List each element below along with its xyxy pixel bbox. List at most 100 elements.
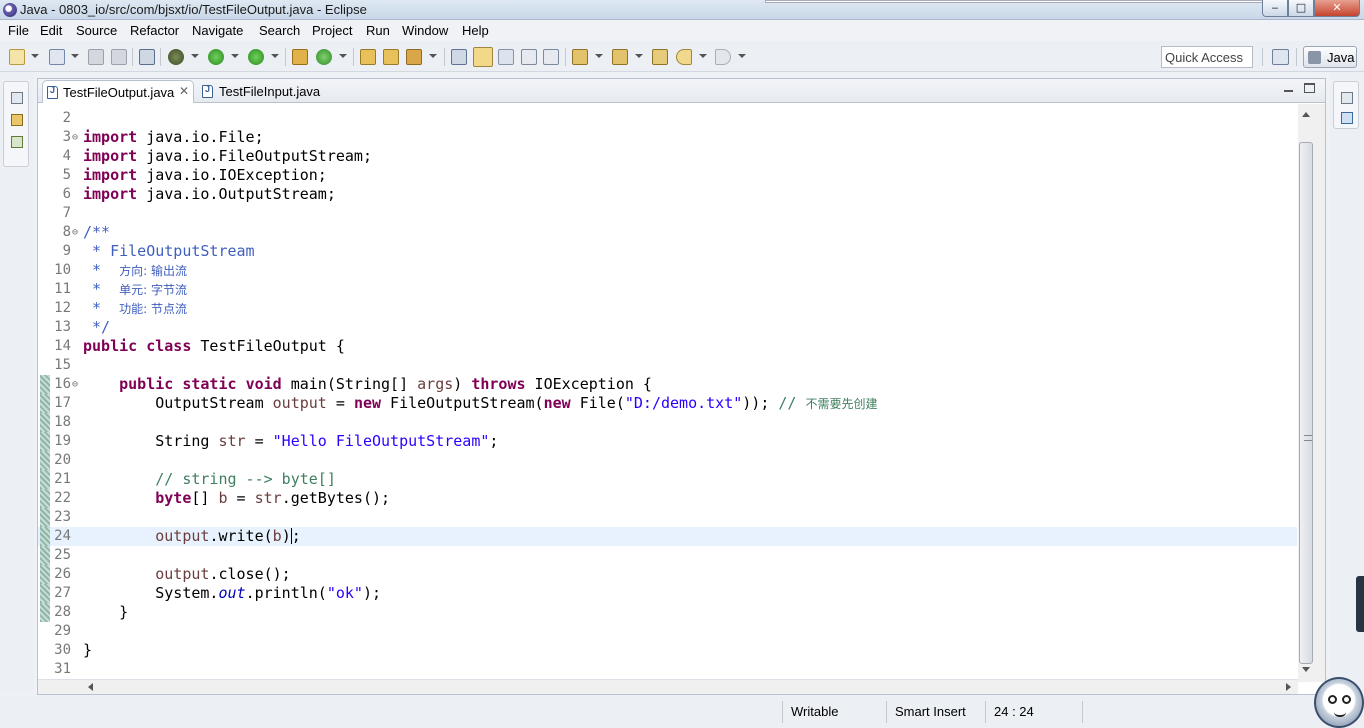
code-line[interactable]: 26 output.close(); — [38, 565, 1297, 584]
code-line[interactable]: 7 — [38, 204, 1297, 223]
minimize-editor-icon[interactable] — [1282, 82, 1296, 94]
scroll-down-icon[interactable] — [1302, 667, 1310, 672]
code-line[interactable]: 16 ⊖ public static void main(String[] arg… — [38, 375, 1297, 394]
menu-navigate[interactable]: Navigate — [192, 23, 243, 38]
code-line[interactable]: 22 byte[] b = str.getBytes(); — [38, 489, 1297, 508]
maximize-editor-icon[interactable] — [1304, 83, 1315, 93]
code-line[interactable]: 23 — [38, 508, 1297, 527]
code-line[interactable]: 27 System.out.println("ok"); — [38, 584, 1297, 603]
menu-edit[interactable]: Edit — [40, 23, 62, 38]
scroll-up-icon[interactable] — [1302, 112, 1310, 117]
code-line[interactable]: 24 output.write(b); — [38, 527, 1297, 546]
code-line[interactable]: 2 — [38, 109, 1297, 128]
fold-toggle-icon[interactable]: ⊖ — [72, 375, 78, 394]
scroll-left-icon[interactable] — [88, 683, 93, 691]
new-class-dropdown-icon[interactable] — [339, 54, 347, 58]
outline-icon[interactable] — [1341, 112, 1353, 124]
horizontal-scrollbar[interactable] — [38, 679, 1298, 694]
code-line[interactable]: 17 OutputStream output = new FileOutputS… — [38, 394, 1297, 413]
code-area[interactable]: 2 3 ⊖ import java.io.File; 4 import java.io.F… — [38, 104, 1297, 682]
fold-toggle-icon[interactable]: ⊖ — [72, 223, 78, 242]
open-perspective-icon[interactable] — [1272, 49, 1289, 65]
scroll-thumb[interactable] — [1299, 142, 1313, 664]
external-tools-dropdown-icon[interactable] — [271, 54, 279, 58]
code-line[interactable]: 10 * 方向: 输出流 — [38, 261, 1297, 280]
code-line[interactable]: 12 * 功能: 节点流 — [38, 299, 1297, 318]
debug-dropdown-icon[interactable] — [191, 54, 199, 58]
code-line[interactable]: 3 ⊖ import java.io.File; — [38, 128, 1297, 147]
search-dropdown-icon[interactable] — [429, 54, 437, 58]
code-line[interactable]: 29 — [38, 622, 1297, 641]
code-line[interactable]: 11 * 单元: 字节流 — [38, 280, 1297, 299]
menu-window[interactable]: Window — [402, 23, 448, 38]
toggle-mark-occurrences-icon[interactable] — [473, 47, 493, 67]
open-task-icon[interactable] — [383, 49, 399, 65]
forward-dropdown-icon[interactable] — [738, 54, 746, 58]
code-line[interactable]: 15 — [38, 356, 1297, 375]
vertical-scrollbar[interactable] — [1298, 104, 1325, 682]
open-type-icon[interactable] — [360, 49, 376, 65]
toggle-ant-editor-icon[interactable] — [451, 49, 467, 65]
menu-source[interactable]: Source — [76, 23, 117, 38]
previous-annotation-dropdown-icon[interactable] — [635, 54, 643, 58]
restore-icon[interactable] — [11, 92, 23, 104]
new-icon[interactable] — [9, 49, 25, 65]
toggle-block-selection-icon[interactable] — [498, 49, 514, 65]
type-hierarchy-icon[interactable] — [11, 136, 23, 148]
menu-help[interactable]: Help — [462, 23, 489, 38]
back-icon[interactable] — [676, 49, 692, 65]
last-edit-location-icon[interactable] — [652, 49, 668, 65]
menu-refactor[interactable]: Refactor — [130, 23, 179, 38]
new-dropdown-icon[interactable] — [31, 54, 39, 58]
forward-icon[interactable] — [715, 49, 731, 65]
package-explorer-icon[interactable] — [11, 114, 23, 126]
new-package-dropdown-icon[interactable] — [71, 54, 79, 58]
code-line[interactable]: 5 import java.io.IOException; — [38, 166, 1297, 185]
next-annotation-icon[interactable] — [572, 49, 588, 65]
java-perspective-button[interactable]: Java — [1303, 46, 1357, 68]
tab-testfileoutput[interactable]: TestFileOutput.java ✕ — [42, 80, 194, 103]
next-annotation-dropdown-icon[interactable] — [595, 54, 603, 58]
fold-toggle-icon[interactable]: ⊖ — [72, 128, 78, 147]
maximize-window-button[interactable]: □ — [1288, 0, 1314, 17]
skip-breakpoints-icon[interactable] — [139, 49, 155, 65]
scroll-right-icon[interactable] — [1286, 683, 1291, 691]
code-line[interactable]: 25 — [38, 546, 1297, 565]
code-line[interactable]: 20 — [38, 451, 1297, 470]
close-tab-icon[interactable]: ✕ — [179, 84, 189, 98]
code-line[interactable]: 30} — [38, 641, 1297, 660]
save-all-icon[interactable] — [111, 49, 127, 65]
code-line[interactable]: 28 } — [38, 603, 1297, 622]
side-scroll-handle[interactable] — [1356, 576, 1364, 632]
run-dropdown-icon[interactable] — [231, 54, 239, 58]
search-icon[interactable] — [406, 49, 422, 65]
code-line[interactable]: 14 public class TestFileOutput { — [38, 337, 1297, 356]
code-line[interactable]: 6 import java.io.OutputStream; — [38, 185, 1297, 204]
run-icon[interactable] — [208, 49, 224, 65]
back-dropdown-icon[interactable] — [699, 54, 707, 58]
new-java-class-icon[interactable] — [316, 49, 332, 65]
tab-testfileinput[interactable]: TestFileInput.java — [198, 80, 328, 103]
code-line[interactable]: 4 import java.io.FileOutputStream; — [38, 147, 1297, 166]
previous-annotation-icon[interactable] — [612, 49, 628, 65]
quick-access-input[interactable]: Quick Access — [1161, 46, 1253, 68]
code-line[interactable]: 18 — [38, 413, 1297, 432]
menu-file[interactable]: File — [8, 23, 29, 38]
menu-search[interactable]: Search — [259, 23, 300, 38]
code-line[interactable]: 13 */ — [38, 318, 1297, 337]
show-whitespace-icon[interactable] — [521, 49, 537, 65]
new-java-project-icon[interactable] — [292, 49, 308, 65]
debug-icon[interactable] — [168, 49, 184, 65]
menu-run[interactable]: Run — [366, 23, 390, 38]
minimize-window-button[interactable]: ‒ — [1262, 0, 1288, 17]
new-package-icon[interactable] — [49, 49, 65, 65]
code-line[interactable]: 8 ⊖ /** — [38, 223, 1297, 242]
menu-project[interactable]: Project — [312, 23, 352, 38]
code-line[interactable]: 31 — [38, 660, 1297, 679]
save-icon[interactable] — [88, 49, 104, 65]
restore-icon[interactable] — [1341, 92, 1353, 104]
code-line[interactable]: 9 * FileOutputStream — [38, 242, 1297, 261]
code-line[interactable]: 21 // string --> byte[] — [38, 470, 1297, 489]
code-line[interactable]: 19 String str = "Hello FileOutputStream"… — [38, 432, 1297, 451]
run-external-tools-icon[interactable] — [248, 49, 264, 65]
